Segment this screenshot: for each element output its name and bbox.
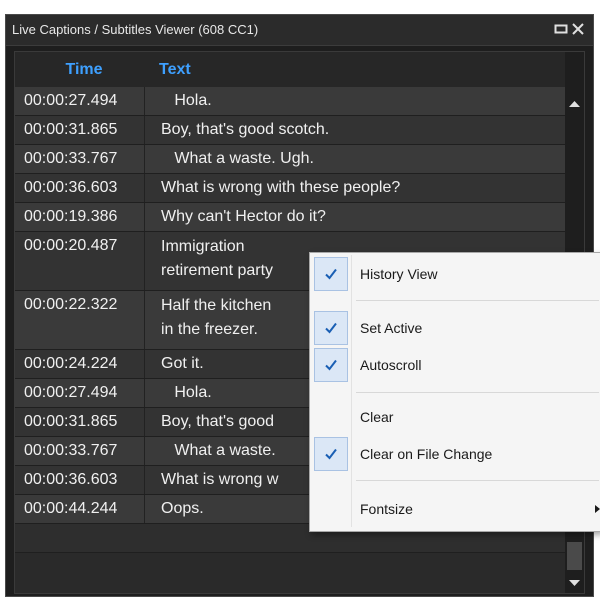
menu-item-clear-on-file-change[interactable]: Clear on File Change xyxy=(310,436,600,472)
cell-time: 00:00:27.494 xyxy=(15,379,145,407)
scroll-down-arrow-icon[interactable] xyxy=(568,578,581,588)
cell-time: 00:00:19.386 xyxy=(15,203,145,231)
submenu-arrow-icon xyxy=(595,505,600,513)
caption-text-line: What a waste. Ugh. xyxy=(161,150,314,167)
title-bar: Live Captions / Subtitles Viewer (608 CC… xyxy=(6,15,593,46)
menu-label-clear: Clear xyxy=(360,409,394,425)
column-header-text[interactable]: Text xyxy=(159,52,191,87)
cell-time: 00:00:36.603 xyxy=(15,466,145,494)
table-header: Time Text xyxy=(15,52,565,87)
time-value: 00:00:33.767 xyxy=(24,442,118,459)
cell-time: 00:00:33.767 xyxy=(15,437,145,465)
checkmark-icon xyxy=(325,322,337,334)
autoscroll-check xyxy=(314,348,348,382)
time-value: 00:00:22.322 xyxy=(24,296,118,313)
caption-text-line: Boy, that's good scotch. xyxy=(161,121,330,138)
clear-on-file-change-check xyxy=(314,437,348,471)
menu-label-clear-on-file-change: Clear on File Change xyxy=(360,446,493,462)
menu-item-autoscroll[interactable]: Autoscroll xyxy=(310,347,600,383)
cell-text: Hola. xyxy=(161,87,565,115)
menu-item-history-view[interactable]: History View xyxy=(310,256,600,292)
context-menu: History View Set Active Autoscroll Clear… xyxy=(309,252,600,532)
time-value: 00:00:24.224 xyxy=(24,355,118,372)
cell-time: 00:00:24.224 xyxy=(15,350,145,378)
maximize-icon[interactable] xyxy=(554,22,568,36)
checkmark-icon xyxy=(325,268,337,280)
menu-item-set-active[interactable]: Set Active xyxy=(310,310,600,346)
cell-text: What is wrong with these people? xyxy=(161,174,565,202)
time-value: 00:00:19.386 xyxy=(24,208,118,225)
window-title: Live Captions / Subtitles Viewer (608 CC… xyxy=(12,22,259,37)
menu-item-fontsize[interactable]: Fontsize xyxy=(310,491,600,527)
history-view-check xyxy=(314,257,348,291)
time-value: 00:00:33.767 xyxy=(24,150,118,167)
caption-text-line: What is wrong with these people? xyxy=(161,179,401,196)
table-row[interactable]: 00:00:31.865 Boy, that's good scotch. xyxy=(15,116,565,145)
cell-text: Why can't Hector do it? xyxy=(161,203,565,231)
cell-time: 00:00:33.767 xyxy=(15,145,145,173)
time-value: 00:00:27.494 xyxy=(24,92,118,109)
caption-text-line: Why can't Hector do it? xyxy=(161,208,326,225)
scroll-up-arrow-icon[interactable] xyxy=(568,99,581,109)
menu-label-fontsize: Fontsize xyxy=(360,501,413,517)
checkmark-icon xyxy=(325,359,337,371)
menu-label-history-view: History View xyxy=(360,266,438,282)
table-row[interactable]: 00:00:19.386 Why can't Hector do it? xyxy=(15,203,565,232)
time-value: 00:00:44.244 xyxy=(24,500,118,517)
time-value: 00:00:31.865 xyxy=(24,121,118,138)
cell-time: 00:00:27.494 xyxy=(15,87,145,115)
set-active-check xyxy=(314,311,348,345)
time-value: 00:00:31.865 xyxy=(24,413,118,430)
menu-separator xyxy=(356,480,599,481)
cell-time: 00:00:31.865 xyxy=(15,116,145,144)
table-row[interactable]: 00:00:36.603 What is wrong with these peo… xyxy=(15,174,565,203)
cell-time: 00:00:31.865 xyxy=(15,408,145,436)
time-value: 00:00:20.487 xyxy=(24,237,118,254)
time-value: 00:00:27.494 xyxy=(24,384,118,401)
checkmark-icon xyxy=(325,448,337,460)
cell-time: 00:00:20.487 xyxy=(15,232,145,290)
menu-icon-gutter xyxy=(351,255,352,527)
caption-text-line: Hola. xyxy=(161,92,212,109)
menu-label-autoscroll: Autoscroll xyxy=(360,357,422,373)
cell-time: 00:00:22.322 xyxy=(15,291,145,349)
menu-separator xyxy=(356,300,599,301)
cell-time: 00:00:36.603 xyxy=(15,174,145,202)
table-row[interactable]: 00:00:33.767 What a waste. Ugh. xyxy=(15,145,565,174)
cell-time: 00:00:44.244 xyxy=(15,495,145,523)
time-value: 00:00:36.603 xyxy=(24,471,118,488)
close-icon[interactable] xyxy=(571,22,585,36)
menu-label-set-active: Set Active xyxy=(360,320,423,336)
menu-separator xyxy=(356,392,599,393)
cell-text: Boy, that's good scotch. xyxy=(161,116,565,144)
table-row[interactable]: 00:00:27.494 Hola. xyxy=(15,87,565,116)
menu-item-clear[interactable]: Clear xyxy=(310,399,600,435)
column-header-time[interactable]: Time xyxy=(15,52,153,87)
cell-text: What a waste. Ugh. xyxy=(161,145,565,173)
scrollbar-thumb[interactable] xyxy=(567,542,582,570)
time-value: 00:00:36.603 xyxy=(24,179,118,196)
